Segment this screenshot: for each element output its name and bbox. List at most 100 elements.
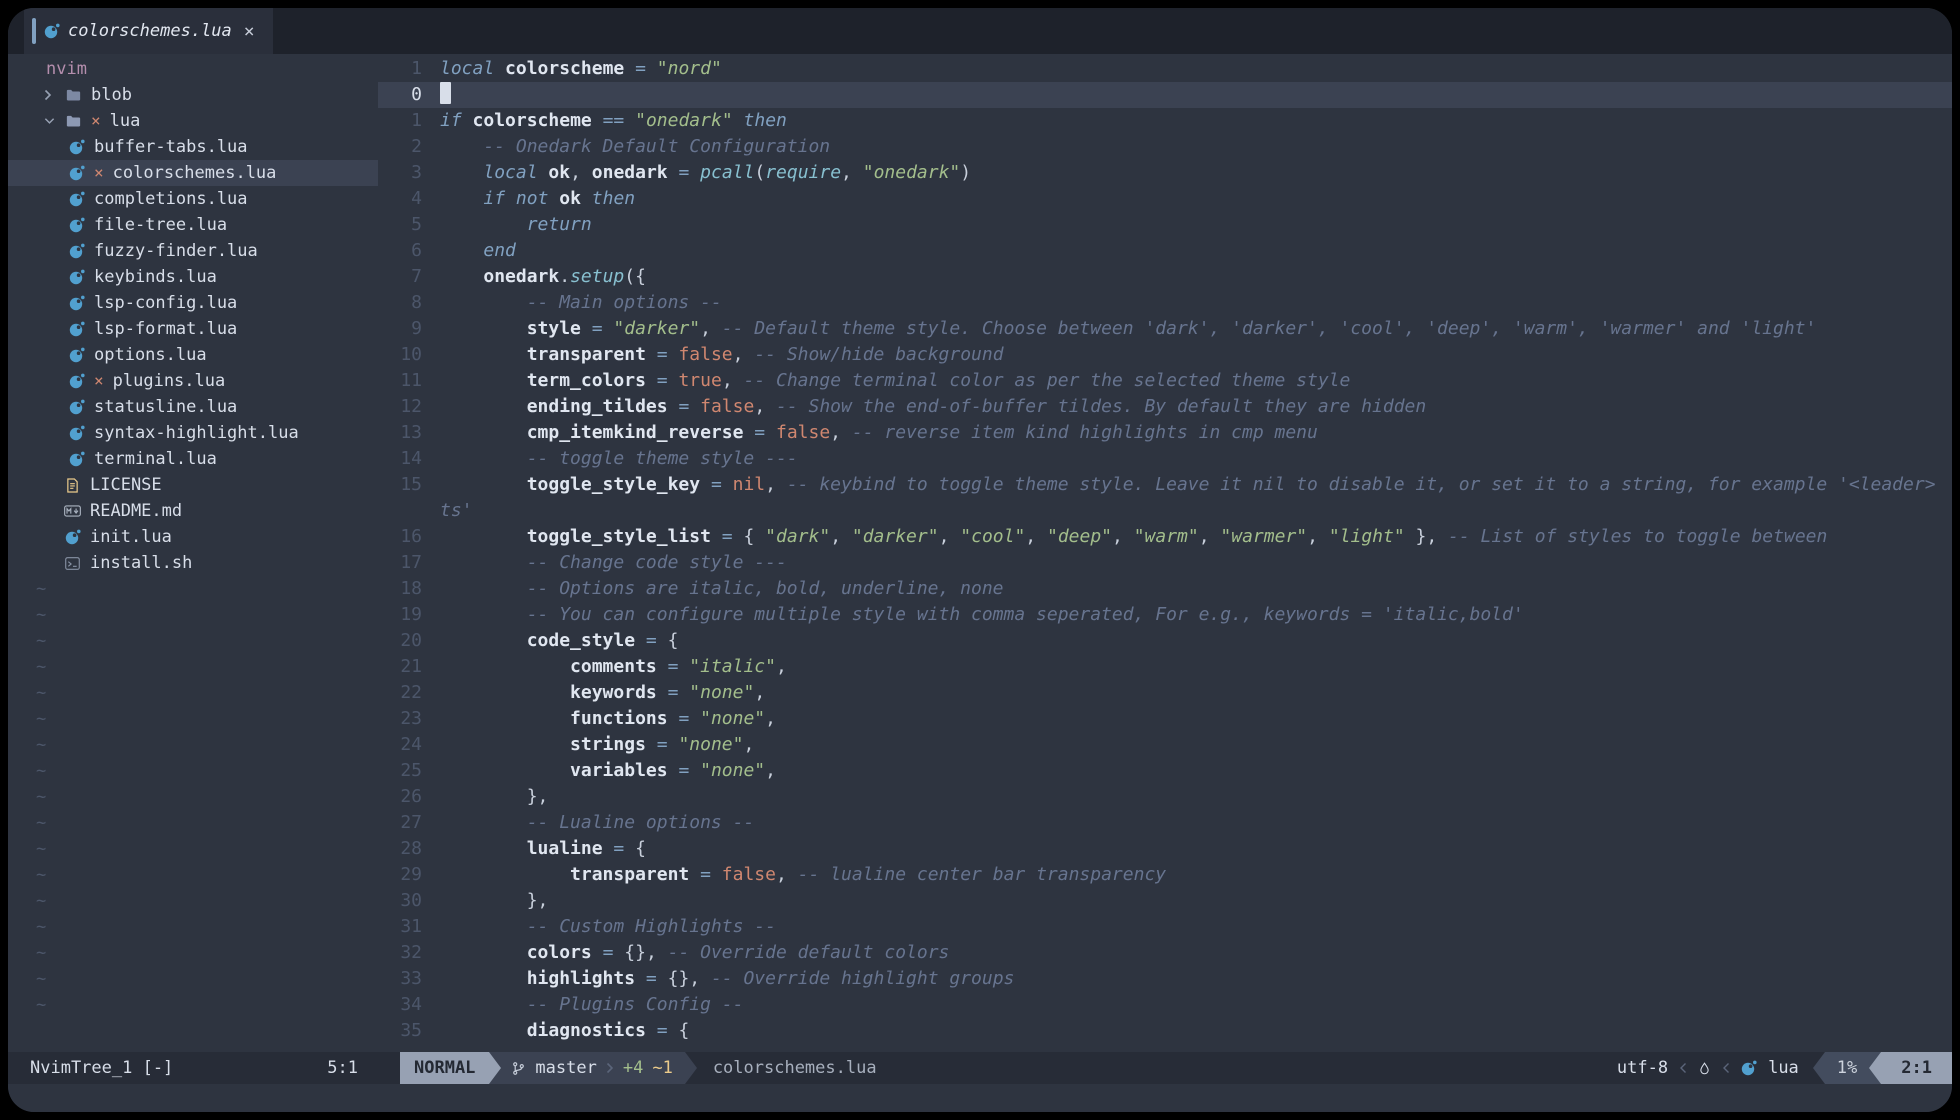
code-line[interactable]: 22 keywords = "none",	[378, 680, 1952, 706]
tree-item-label: statusline.lua	[94, 394, 237, 420]
statusline-nvimtree-section: NvimTree_1 [-] 5:1	[8, 1052, 400, 1084]
code-line[interactable]: 9 style = "darker", -- Default theme sty…	[378, 316, 1952, 342]
line-text: style = "darker", -- Default theme style…	[440, 316, 1816, 342]
tree-item-README.md[interactable]: README.md	[8, 498, 378, 524]
tree-item-options.lua[interactable]: options.lua	[8, 342, 378, 368]
tree-item-label: lsp-format.lua	[94, 316, 237, 342]
main-area: nvim blob×luabuffer-tabs.lua×colorscheme…	[8, 54, 1952, 1052]
chevron-down-icon	[44, 117, 58, 125]
line-text: -- Custom Highlights --	[440, 914, 776, 940]
tree-item-blob[interactable]: blob	[8, 82, 378, 108]
code-line[interactable]: 10 transparent = false, -- Show/hide bac…	[378, 342, 1952, 368]
code-line[interactable]: 4 if not ok then	[378, 186, 1952, 212]
tree-item-fuzzy-finder.lua[interactable]: fuzzy-finder.lua	[8, 238, 378, 264]
lua-icon	[68, 139, 85, 155]
code-line[interactable]: 30 },	[378, 888, 1952, 914]
code-line[interactable]: 14 -- toggle theme style ---	[378, 446, 1952, 472]
code-line[interactable]: 17 -- Change code style ---	[378, 550, 1952, 576]
tree-item-file-tree.lua[interactable]: file-tree.lua	[8, 212, 378, 238]
tree-item-buffer-tabs.lua[interactable]: buffer-tabs.lua	[8, 134, 378, 160]
code-line[interactable]: 18 -- Options are italic, bold, underlin…	[378, 576, 1952, 602]
tab-label: colorschemes.lua	[68, 21, 232, 41]
scroll-percent: 1%	[1825, 1052, 1869, 1084]
git-modified-icon: ×	[94, 368, 104, 394]
code-line[interactable]: 1if colorscheme == "onedark" then	[378, 108, 1952, 134]
line-text: local ok, onedark = pcall(require, "oned…	[440, 160, 971, 186]
code-line[interactable]: 2 -- Onedark Default Configuration	[378, 134, 1952, 160]
tree-item-LICENSE[interactable]: LICENSE	[8, 472, 378, 498]
line-number: 30	[378, 888, 422, 914]
code-line[interactable]: 33 highlights = {}, -- Override highligh…	[378, 966, 1952, 992]
tree-item-colorschemes.lua[interactable]: ×colorschemes.lua	[8, 160, 378, 186]
lua-icon	[68, 191, 85, 207]
editor[interactable]: 1local colorscheme = "nord"01if colorsch…	[378, 56, 1952, 1052]
code-line[interactable]: 27 -- Lualine options --	[378, 810, 1952, 836]
line-text: if colorscheme == "onedark" then	[440, 108, 787, 134]
code-line[interactable]: ts'	[378, 498, 1952, 524]
line-text: toggle_style_key = nil, -- keybind to to…	[440, 472, 1936, 498]
code-line[interactable]: 21 comments = "italic",	[378, 654, 1952, 680]
close-icon[interactable]: ×	[244, 21, 255, 42]
code-line[interactable]: 3 local ok, onedark = pcall(require, "on…	[378, 160, 1952, 186]
code-line[interactable]: 12 ending_tildes = false, -- Show the en…	[378, 394, 1952, 420]
code-line[interactable]: 0	[378, 82, 1952, 108]
tree-item-install.sh[interactable]: install.sh	[8, 550, 378, 576]
tree-filler: ~~~~~~~~~~~~~~~~~	[8, 576, 378, 1018]
code-line[interactable]: 31 -- Custom Highlights --	[378, 914, 1952, 940]
tree-item-label: keybinds.lua	[94, 264, 217, 290]
code-line[interactable]: 35 diagnostics = {	[378, 1018, 1952, 1044]
code-line[interactable]: 7 onedark.setup({	[378, 264, 1952, 290]
line-text: local colorscheme = "nord"	[440, 56, 722, 82]
code-line[interactable]: 32 colors = {}, -- Override default colo…	[378, 940, 1952, 966]
code-line[interactable]: 24 strings = "none",	[378, 732, 1952, 758]
code-line[interactable]: 19 -- You can configure multiple style w…	[378, 602, 1952, 628]
tree-item-plugins.lua[interactable]: ×plugins.lua	[8, 368, 378, 394]
code-line[interactable]: 23 functions = "none",	[378, 706, 1952, 732]
tree-item-label: options.lua	[94, 342, 207, 368]
line-number: 35	[378, 1018, 422, 1044]
tree-item-init.lua[interactable]: init.lua	[8, 524, 378, 550]
empty-line-tilde: ~	[8, 654, 378, 680]
tree-item-lsp-config.lua[interactable]: lsp-config.lua	[8, 290, 378, 316]
line-text: },	[440, 784, 548, 810]
line-text: if not ok then	[440, 186, 635, 212]
tree-item-lsp-format.lua[interactable]: lsp-format.lua	[8, 316, 378, 342]
code-line[interactable]: 15 toggle_style_key = nil, -- keybind to…	[378, 472, 1952, 498]
tab-colorschemes[interactable]: colorschemes.lua ×	[24, 8, 273, 54]
line-text: -- Options are italic, bold, underline, …	[440, 576, 1004, 602]
code-line[interactable]: 11 term_colors = true, -- Change termina…	[378, 368, 1952, 394]
line-number: 17	[378, 550, 422, 576]
tree-item-statusline.lua[interactable]: statusline.lua	[8, 394, 378, 420]
code-line[interactable]: 5 return	[378, 212, 1952, 238]
empty-line-tilde: ~	[8, 862, 378, 888]
code-line[interactable]: 28 lualine = {	[378, 836, 1952, 862]
powerline-separator	[1813, 1052, 1825, 1084]
code-line[interactable]: 1local colorscheme = "nord"	[378, 56, 1952, 82]
line-number: 29	[378, 862, 422, 888]
line-number: 24	[378, 732, 422, 758]
code-line[interactable]: 16 toggle_style_list = { "dark", "darker…	[378, 524, 1952, 550]
tree-item-syntax-highlight.lua[interactable]: syntax-highlight.lua	[8, 420, 378, 446]
line-number: 23	[378, 706, 422, 732]
tree-item-keybinds.lua[interactable]: keybinds.lua	[8, 264, 378, 290]
code-line[interactable]: 13 cmp_itemkind_reverse = false, -- reve…	[378, 420, 1952, 446]
code-line[interactable]: 20 code_style = {	[378, 628, 1952, 654]
markdown-icon	[64, 505, 81, 517]
window-bottom-padding	[8, 1084, 1952, 1112]
code-line[interactable]: 29 transparent = false, -- lualine cente…	[378, 862, 1952, 888]
tree-item-terminal.lua[interactable]: terminal.lua	[8, 446, 378, 472]
encoding-label: utf-8	[1617, 1058, 1668, 1078]
line-text: -- Onedark Default Configuration	[440, 134, 830, 160]
code-line[interactable]: 6 end	[378, 238, 1952, 264]
git-modified-icon: ×	[94, 160, 104, 186]
code-line[interactable]: 25 variables = "none",	[378, 758, 1952, 784]
tree-item-lua[interactable]: ×lua	[8, 108, 378, 134]
line-number: 13	[378, 420, 422, 446]
code-line[interactable]: 26 },	[378, 784, 1952, 810]
tree-item-label: init.lua	[90, 524, 172, 550]
code-line[interactable]: 8 -- Main options --	[378, 290, 1952, 316]
chevron-right-icon	[44, 89, 58, 101]
tree-item-completions.lua[interactable]: completions.lua	[8, 186, 378, 212]
code-line[interactable]: 34 -- Plugins Config --	[378, 992, 1952, 1018]
line-text: colors = {}, -- Override default colors	[440, 940, 949, 966]
